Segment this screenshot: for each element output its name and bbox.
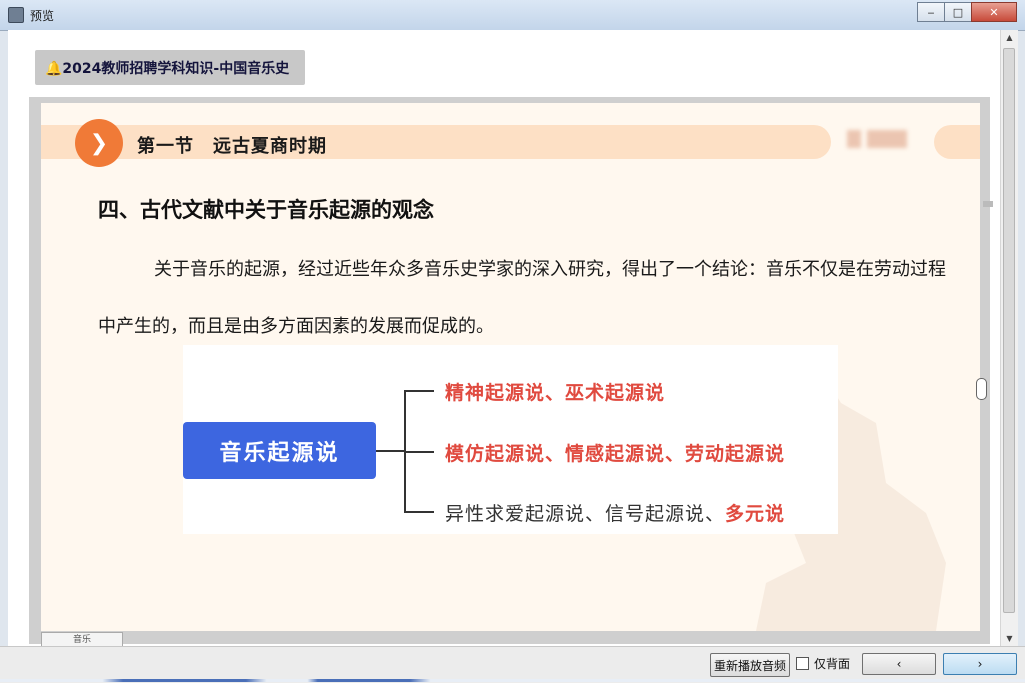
section-title: 第一节 远古夏商时期 (137, 136, 327, 157)
connector (404, 390, 434, 392)
connector (404, 511, 434, 513)
mindmap-branch-1: 精神起源说、巫术起源说 (445, 382, 666, 404)
section-arrow-icon: ❯ (75, 119, 123, 167)
app-icon (8, 7, 24, 23)
side-scroll-handle[interactable] (976, 378, 987, 400)
close-button[interactable]: ✕ (971, 2, 1017, 22)
background-only-checkbox[interactable]: 仅背面 (796, 655, 850, 672)
window-title: 预览 (30, 9, 55, 23)
vertical-scrollbar[interactable]: ▲ ▼ (1000, 30, 1018, 646)
background-only-label: 仅背面 (814, 657, 851, 671)
course-title-chip: 🔔2024教师招聘学科知识-中国音乐史 (35, 50, 305, 85)
mindmap-branch-2: 模仿起源说、情感起源说、劳动起源说 (445, 443, 786, 465)
minimize-button[interactable]: ‒ (917, 2, 945, 22)
replay-audio-button[interactable]: 重新播放音频 (710, 653, 790, 677)
title-bar: 预览 ‒ □ ✕ (0, 0, 1025, 31)
watermark-logo (847, 130, 917, 154)
connector (376, 450, 404, 452)
branch-3-highlight: 多元说 (725, 503, 786, 525)
page-tab[interactable]: 音乐 (41, 632, 123, 647)
bottom-toolbar: 重新播放音频 仅背面 ‹ › (0, 646, 1025, 683)
branch-3-text: 异性求爱起源说、信号起源说、 (445, 503, 726, 525)
slide-paragraph: 关于音乐的起源，经过近些年众多音乐史学家的深入研究，得出了一个结论：音乐不仅是在… (98, 259, 946, 337)
scroll-up-icon[interactable]: ▲ (1001, 30, 1018, 45)
slide-heading: 四、古代文献中关于音乐起源的观念 (98, 198, 434, 222)
section-header-band-right (934, 125, 980, 159)
side-marker (983, 201, 993, 207)
mindmap: 音乐起源说 精神起源说、巫术起源说 模仿起源说、情感起源说、劳动起源说 异性求爱… (183, 345, 838, 534)
connector (404, 451, 434, 453)
slide: ❯ 第一节 远古夏商时期 四、古代文献中关于音乐起源的观念 关于音乐的起源，经过… (41, 103, 980, 631)
scroll-down-icon[interactable]: ▼ (1001, 631, 1018, 646)
checkbox-box[interactable] (796, 657, 809, 670)
maximize-button[interactable]: □ (944, 2, 972, 22)
mindmap-branch-3: 异性求爱起源说、信号起源说、多元说 (445, 499, 785, 526)
window-controls: ‒ □ ✕ (917, 2, 1017, 22)
previous-button[interactable]: ‹ (862, 653, 936, 675)
mindmap-root: 音乐起源说 (183, 422, 376, 479)
next-button[interactable]: › (943, 653, 1017, 675)
scroll-thumb[interactable] (1003, 48, 1015, 613)
